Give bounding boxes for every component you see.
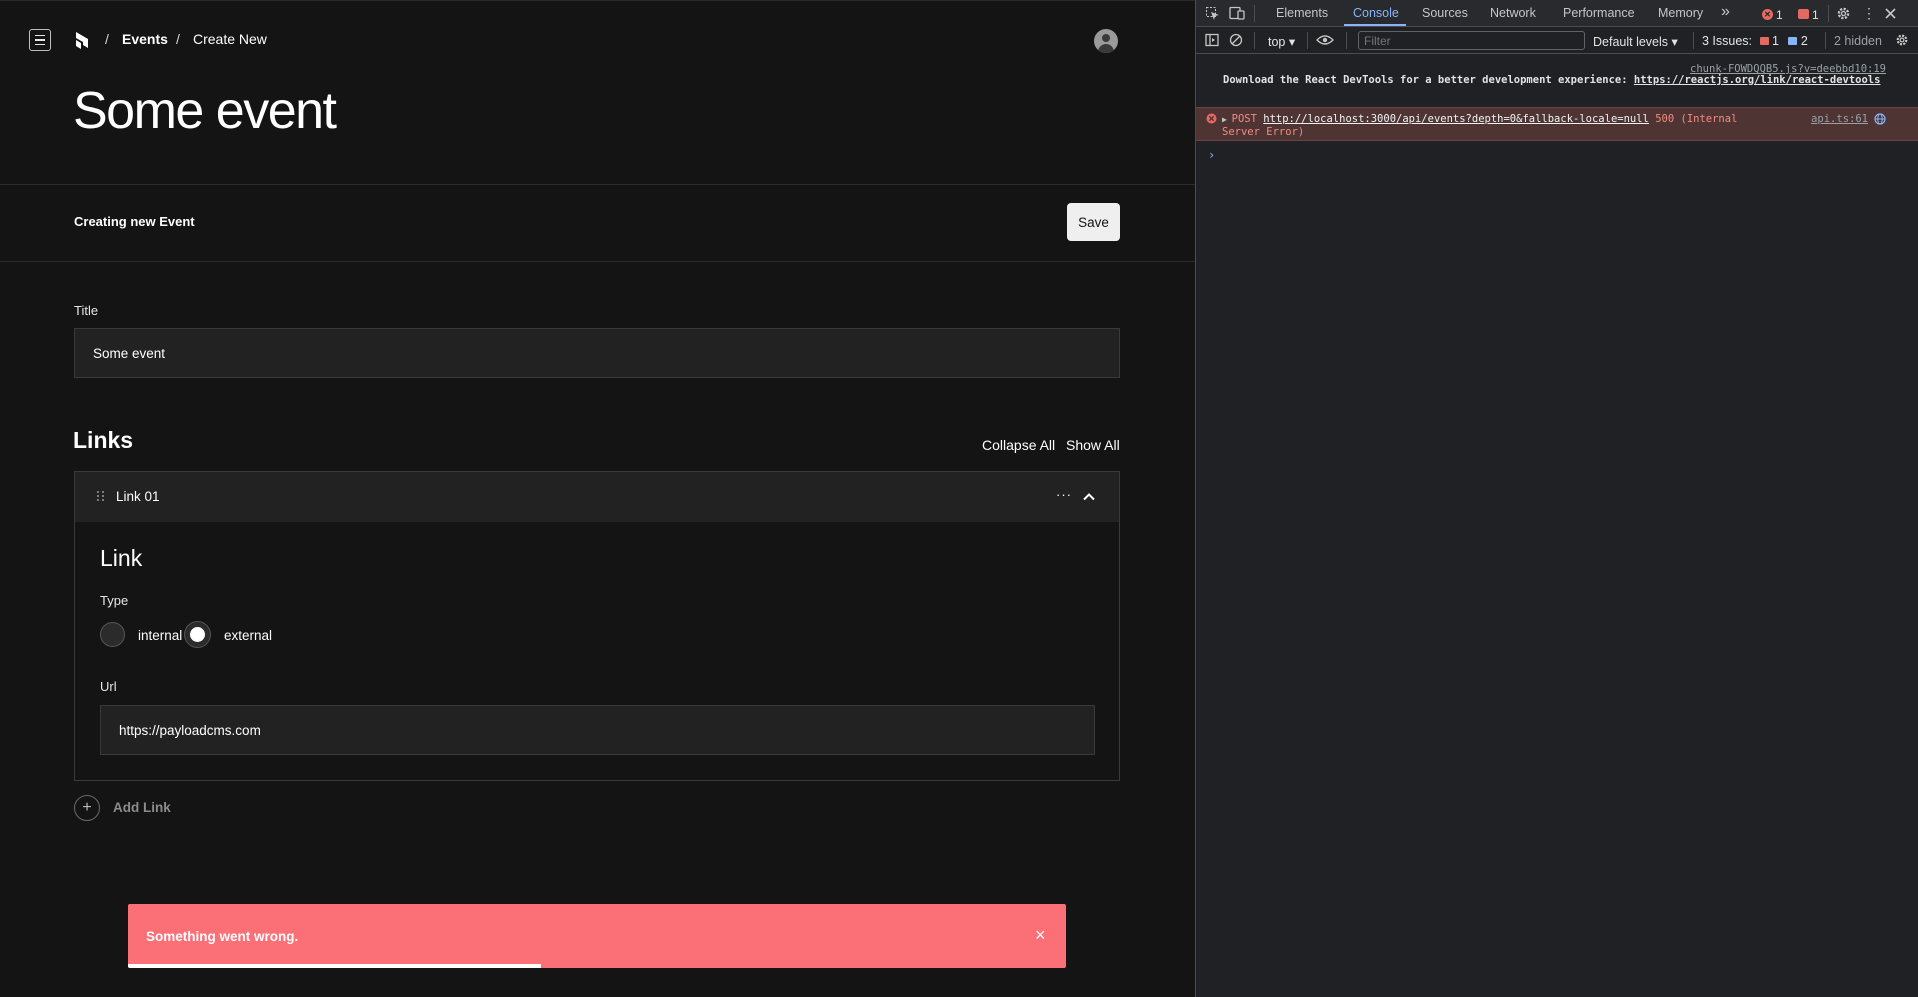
console-toolbar: top ▾ Default levels ▾ 3 Issues: 1 2 2 h… <box>1196 27 1918 54</box>
more-tabs-icon[interactable]: » <box>1721 3 1730 21</box>
expand-triangle-icon[interactable]: ▶ <box>1222 115 1232 124</box>
drag-handle-icon[interactable] <box>97 491 105 501</box>
array-row-header[interactable]: Link 01 ··· <box>75 472 1119 522</box>
tab-elements[interactable]: Elements <box>1276 6 1328 20</box>
divider <box>1254 5 1255 22</box>
title-input[interactable]: Some event <box>74 328 1120 378</box>
row-actions-more-icon[interactable]: ··· <box>1056 487 1072 502</box>
error-method: POST <box>1231 113 1257 125</box>
document-status: Creating new Event <box>74 214 195 229</box>
device-toolbar-icon[interactable] <box>1229 6 1246 21</box>
array-row-link-01: Link 01 ··· Link Type internal external … <box>74 471 1120 781</box>
console-filter-input[interactable] <box>1358 31 1585 50</box>
context-selector[interactable]: top ▾ <box>1268 34 1295 49</box>
console-error-message: ▶ POST http://localhost:3000/api/events?… <box>1196 107 1918 141</box>
radio-external-label[interactable]: external <box>224 628 272 643</box>
app-header: / Events / Create New <box>0 1 1195 77</box>
divider <box>0 184 1195 185</box>
issues-info-count: 2 <box>1800 34 1808 48</box>
divider <box>1825 32 1826 49</box>
console-prompt-chevron-icon[interactable]: › <box>1208 148 1215 162</box>
issue-error-icon <box>1759 37 1769 45</box>
divider <box>1346 32 1347 49</box>
tab-sources[interactable]: Sources <box>1422 6 1468 20</box>
error-source-link[interactable]: api.ts:61 <box>1811 113 1868 125</box>
type-field-label: Type <box>100 593 129 608</box>
toast-message: Something went wrong. <box>146 929 299 944</box>
issues-error-count: 1 <box>1772 34 1779 48</box>
radio-external[interactable] <box>185 622 210 647</box>
tab-console[interactable]: Console <box>1353 6 1399 20</box>
user-avatar-icon[interactable] <box>1094 29 1118 53</box>
log-levels-dropdown[interactable]: Default levels ▾ <box>1593 34 1678 49</box>
url-input[interactable]: https://payloadcms.com <box>100 705 1095 755</box>
message-text: Download the React DevTools for a better… <box>1223 74 1634 86</box>
sidebar-toggle-icon[interactable] <box>1205 33 1219 47</box>
error-text: ▶ POST http://localhost:3000/api/events?… <box>1222 113 1762 139</box>
divider <box>1693 32 1694 49</box>
radio-internal-label[interactable]: internal <box>138 628 182 643</box>
title-field-label: Title <box>74 303 99 318</box>
array-row-label: Link 01 <box>116 489 160 504</box>
devtools-tab-bar: Elements Console Sources Network Perform… <box>1196 0 1918 27</box>
tab-memory[interactable]: Memory <box>1658 6 1703 20</box>
error-toast: Something went wrong. × <box>128 904 1066 968</box>
divider <box>0 261 1195 262</box>
payload-logo-icon[interactable] <box>74 30 92 50</box>
error-count-icon[interactable]: ✕ <box>1762 9 1773 20</box>
breadcrumb-separator: / <box>176 31 180 47</box>
tab-network[interactable]: Network <box>1490 6 1536 20</box>
log-levels-label: Default levels <box>1593 35 1669 49</box>
breadcrumb-current: Create New <box>193 31 267 47</box>
console-settings-gear-icon[interactable] <box>1895 33 1909 47</box>
error-icon <box>1206 113 1217 124</box>
radio-internal[interactable] <box>100 622 125 647</box>
breadcrumb-separator: / <box>105 31 109 47</box>
url-field-label: Url <box>100 679 117 694</box>
link-group-heading: Link <box>100 545 143 571</box>
divider <box>1254 32 1255 49</box>
close-icon[interactable] <box>1884 7 1897 20</box>
show-all-button[interactable]: Show All <box>1066 437 1120 453</box>
breadcrumb-events-link[interactable]: Events <box>122 31 168 47</box>
context-value: top <box>1268 35 1286 49</box>
console-message-text: Download the React DevTools for a better… <box>1223 74 1893 87</box>
error-count[interactable]: 1 <box>1776 8 1783 22</box>
clear-console-icon[interactable] <box>1229 33 1243 47</box>
hamburger-menu-icon[interactable] <box>29 29 51 51</box>
collapse-all-button[interactable]: Collapse All <box>982 437 1055 453</box>
eye-icon[interactable] <box>1316 34 1334 46</box>
plus-icon[interactable]: + <box>74 795 100 821</box>
react-devtools-link[interactable]: https://reactjs.org/link/react-devtools <box>1634 74 1881 86</box>
tab-performance[interactable]: Performance <box>1563 6 1635 20</box>
divider <box>1307 32 1308 49</box>
page-title: Some event <box>73 82 337 140</box>
divider <box>1828 5 1829 22</box>
payload-admin-app: / Events / Create New Some event Creatin… <box>0 0 1195 997</box>
issue-count-icon[interactable] <box>1798 9 1809 19</box>
chevron-up-icon[interactable] <box>1081 489 1097 505</box>
network-globe-icon[interactable] <box>1874 113 1886 125</box>
save-button[interactable]: Save <box>1067 203 1120 241</box>
inspect-element-icon[interactable] <box>1205 6 1220 21</box>
links-heading: Links <box>73 427 134 453</box>
toast-progress-bar <box>128 964 541 968</box>
issue-count[interactable]: 1 <box>1812 8 1819 22</box>
error-url-link[interactable]: http://localhost:3000/api/events?depth=0… <box>1263 113 1649 125</box>
devtools-panel: Elements Console Sources Network Perform… <box>1195 0 1918 997</box>
issues-label: 3 Issues: <box>1702 34 1753 48</box>
gear-icon[interactable] <box>1836 6 1851 21</box>
active-tab-indicator <box>1344 24 1406 26</box>
kebab-menu-icon[interactable]: ⋮ <box>1862 6 1876 20</box>
issues-button[interactable]: 3 Issues: 1 2 <box>1702 34 1808 48</box>
hidden-messages-count: 2 hidden <box>1834 34 1882 48</box>
issue-info-icon <box>1788 37 1798 45</box>
add-link-label[interactable]: Add Link <box>113 800 171 815</box>
close-icon[interactable]: × <box>1035 926 1046 944</box>
